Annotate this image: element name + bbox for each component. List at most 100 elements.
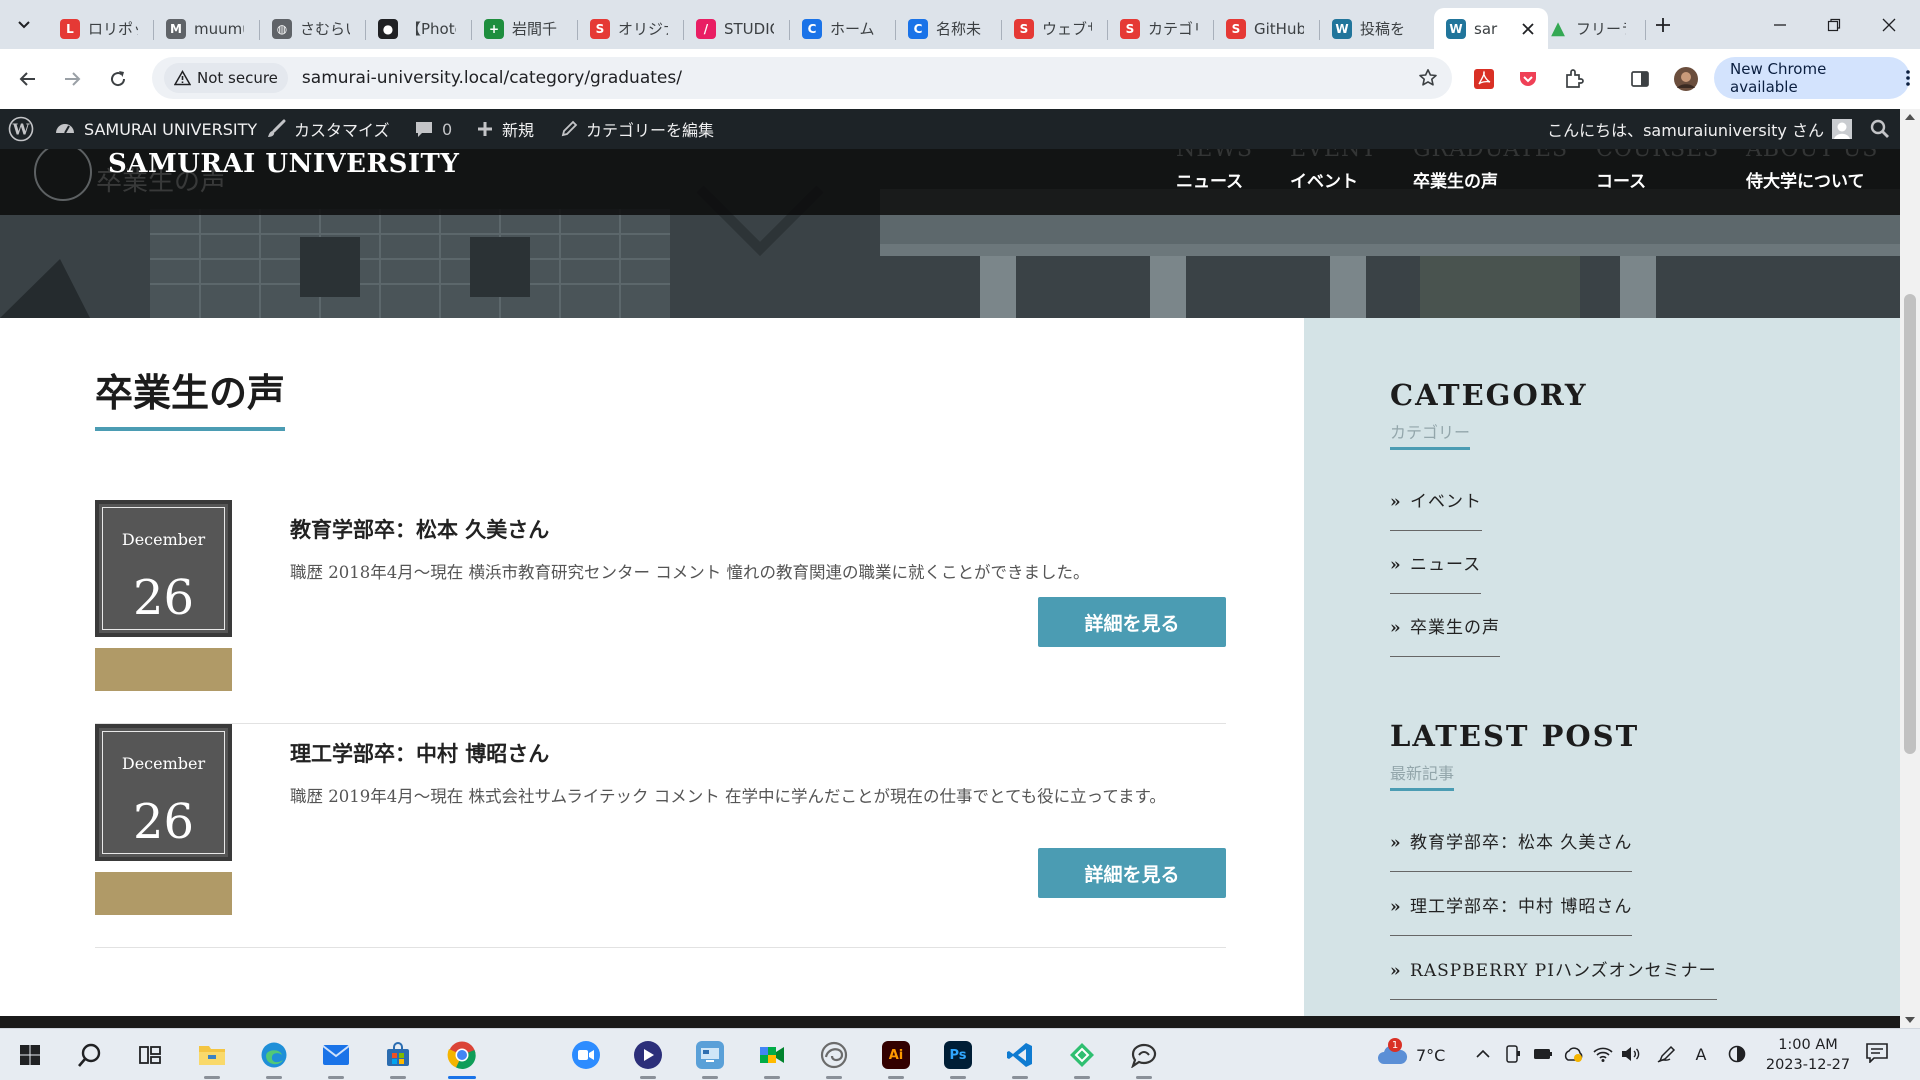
scroll-down-icon[interactable] <box>1905 1016 1915 1024</box>
extensions-icon[interactable] <box>1560 65 1588 93</box>
taskbar-illustrator[interactable]: Ai <box>878 1037 914 1079</box>
folder-icon <box>198 1043 226 1067</box>
comment-icon <box>414 119 434 139</box>
chrome-update-button[interactable]: New Chrome available <box>1714 57 1910 99</box>
scrollbar-thumb[interactable] <box>1904 294 1916 754</box>
zoom-video-icon <box>572 1041 600 1069</box>
sidebar-category-link[interactable]: » ニュース <box>1390 550 1482 594</box>
wp-site-name-link[interactable]: SAMURAI UNIVERSITY <box>54 109 257 149</box>
ime-mode-indicator[interactable]: A <box>1690 1043 1712 1065</box>
pdf-extension-icon[interactable] <box>1470 65 1498 93</box>
scroll-up-icon[interactable] <box>1905 113 1915 121</box>
wp-edit-category-link[interactable]: カテゴリーを編集 <box>560 109 714 149</box>
taskbar-store[interactable] <box>380 1037 416 1079</box>
tab-favicon-icon: S <box>1120 18 1140 39</box>
store-bag-icon <box>385 1042 411 1068</box>
weather-widget[interactable]: 1 7°C <box>1376 1037 1445 1073</box>
battery-icon[interactable] <box>1532 1043 1554 1065</box>
maximize-button[interactable] <box>1811 10 1857 40</box>
tab-title: オリジナ <box>618 20 668 38</box>
taskbar-vscode[interactable] <box>1002 1037 1038 1079</box>
taskbar-photoshop[interactable]: Ps <box>940 1037 976 1079</box>
wp-customize-link[interactable]: カスタマイズ <box>266 109 390 149</box>
taskbar-app-swirl[interactable] <box>816 1037 852 1079</box>
minimize-button[interactable] <box>1757 10 1803 40</box>
taskbar-zoom[interactable] <box>568 1037 604 1073</box>
sync-alert-icon[interactable] <box>1562 1043 1584 1065</box>
wp-logo-button[interactable]: W <box>8 109 34 149</box>
university-crest-icon[interactable] <box>34 149 92 201</box>
profile-avatar[interactable] <box>1672 65 1700 93</box>
browser-tab[interactable]: S カテゴリ <box>1108 8 1214 49</box>
taskbar-chrome[interactable] <box>444 1037 480 1079</box>
taskbar-edge[interactable] <box>256 1037 292 1079</box>
site-title[interactable]: SAMURAI UNIVERSITY <box>108 149 459 179</box>
taskbar-search-button[interactable] <box>72 1037 108 1073</box>
sidebar-latest-post-link[interactable]: » 理工学部卒：中村 博昭さん <box>1390 892 1633 936</box>
wp-new-label: 新規 <box>502 121 535 140</box>
wp-account-menu[interactable]: こんにちは、samuraiuniversity さん <box>1547 109 1852 149</box>
reload-button[interactable] <box>104 65 132 93</box>
tab-search-button[interactable] <box>8 10 40 38</box>
browser-tab[interactable]: S オリジナ <box>578 8 684 49</box>
sidebar-latest-post-link[interactable]: » 教育学部卒：松本 久美さん <box>1390 828 1633 872</box>
chevron-up-icon[interactable] <box>1472 1043 1494 1065</box>
taskbar-clock[interactable]: 1:00 AM 2023-12-27 <box>1762 1035 1854 1075</box>
volume-icon[interactable] <box>1620 1043 1642 1065</box>
sidebar-category-link[interactable]: » イベント <box>1390 487 1483 531</box>
post-date-day: 26 <box>132 570 195 626</box>
browser-tab[interactable]: / STUDIO <box>684 8 790 49</box>
browser-tab[interactable]: M muumu <box>154 8 260 49</box>
taskbar-media-player[interactable] <box>630 1037 666 1079</box>
read-more-button[interactable]: 詳細を見る <box>1038 597 1226 647</box>
sidebar-category-link[interactable]: » 卒業生の声 <box>1390 613 1501 657</box>
page-scrollbar[interactable] <box>1900 109 1920 1028</box>
device-icon[interactable] <box>1502 1043 1524 1065</box>
post-category-strip <box>95 648 232 691</box>
sidebar-latest-post-link[interactable]: » RASPBERRY PIハンズオンセミナー <box>1390 956 1717 1000</box>
wifi-icon[interactable] <box>1592 1043 1614 1065</box>
wp-comments-link[interactable]: 0 <box>414 109 452 149</box>
tab-favicon-icon: ● <box>378 18 398 39</box>
pocket-extension-icon[interactable] <box>1514 65 1542 93</box>
tab-favicon-icon: ◍ <box>272 18 292 39</box>
star-icon[interactable] <box>1418 68 1438 88</box>
browser-tab[interactable]: + 岩間千 <box>472 8 578 49</box>
browser-tab[interactable]: ● 【Photo <box>366 8 472 49</box>
taskbar-meet[interactable] <box>754 1037 790 1079</box>
search-icon[interactable] <box>1870 119 1890 139</box>
browser-tab[interactable]: S ウェブサ <box>1002 8 1108 49</box>
browser-tab[interactable]: ◍ さむらい <box>260 8 366 49</box>
read-more-button[interactable]: 詳細を見る <box>1038 848 1226 898</box>
wp-new-content-link[interactable]: 新規 <box>476 109 534 149</box>
pen-icon[interactable] <box>1656 1043 1678 1065</box>
browser-tab[interactable]: C ホーム - <box>790 8 896 49</box>
address-bar[interactable]: Not secure samurai-university.local/cate… <box>152 57 1452 99</box>
new-tab-button[interactable] <box>1650 12 1676 38</box>
taskbar-control-panel[interactable] <box>692 1037 728 1079</box>
focus-assist-icon[interactable] <box>1726 1043 1748 1065</box>
taskbar-app-diamond[interactable] <box>1064 1037 1100 1079</box>
post-title-link[interactable]: 教育学部卒：松本 久美さん <box>290 514 549 544</box>
browser-tab[interactable]: C 名称未 <box>896 8 1002 49</box>
task-view-button[interactable] <box>132 1037 168 1073</box>
close-icon[interactable] <box>1518 19 1538 39</box>
browser-tab[interactable]: ▲ フリーラ <box>1536 8 1646 49</box>
security-label: Not secure <box>197 69 278 87</box>
brush-icon <box>266 119 286 139</box>
browser-tab-active[interactable]: W sar <box>1434 8 1548 49</box>
site-info-button[interactable]: Not secure <box>164 63 288 93</box>
browser-tab[interactable]: S GitHub <box>1214 8 1320 49</box>
taskbar-app-chat[interactable] <box>1126 1037 1162 1079</box>
side-panel-icon[interactable] <box>1626 65 1654 93</box>
start-button[interactable] <box>12 1037 48 1073</box>
post-title-link[interactable]: 理工学部卒：中村 博昭さん <box>290 738 549 768</box>
taskbar-mail[interactable] <box>318 1037 354 1079</box>
notification-icon[interactable] <box>1866 1043 1888 1063</box>
window-close-button[interactable] <box>1866 10 1912 40</box>
back-button[interactable] <box>14 65 42 93</box>
browser-tab[interactable]: L ロリポッ <box>48 8 154 49</box>
forward-button[interactable] <box>58 65 86 93</box>
taskbar-file-explorer[interactable] <box>194 1037 230 1079</box>
browser-tab[interactable]: W 投稿を <box>1320 8 1426 49</box>
